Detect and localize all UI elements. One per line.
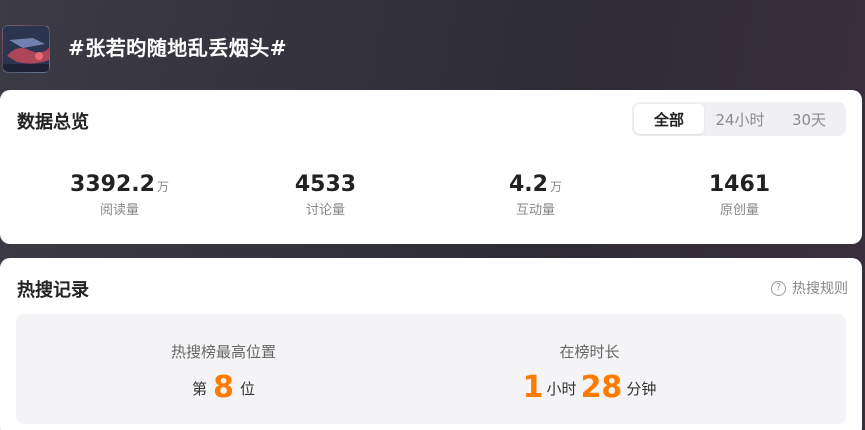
- duration-minutes-unit: 分钟: [626, 380, 657, 398]
- highest-rank-value-line: 第8位: [16, 370, 431, 405]
- topic-thumbnail[interactable]: [2, 25, 50, 73]
- rank-prefix: 第: [192, 380, 208, 398]
- duration-minutes: 28: [580, 370, 623, 405]
- stat-originals: 1461 原创量: [632, 172, 847, 218]
- hot-search-card: 热搜记录 ? 热搜规则 热搜榜最高位置 第8位 在榜时长 1 小时 28 分钟: [0, 258, 862, 430]
- duration-value-line: 1 小时 28 分钟: [382, 370, 797, 405]
- stat-interactions-label: 互动量: [515, 203, 555, 218]
- stat-discussions: 4533 讨论量: [218, 172, 433, 218]
- stat-originals-value: 1461: [708, 172, 771, 197]
- tab-all[interactable]: 全部: [634, 104, 704, 134]
- duration-block: 在榜时长 1 小时 28 分钟: [382, 314, 797, 424]
- stat-originals-label: 原创量: [719, 203, 759, 218]
- topic-header: #张若昀随地乱丢烟头#: [0, 0, 865, 88]
- hot-search-title: 热搜记录: [17, 280, 89, 301]
- duration-hours-unit: 小时: [546, 380, 577, 398]
- tab-30d[interactable]: 30天: [776, 104, 842, 134]
- tab-24h[interactable]: 24小时: [704, 104, 776, 134]
- rank-value: 8: [213, 370, 234, 405]
- hot-search-rules-link[interactable]: ? 热搜规则: [771, 278, 848, 298]
- data-overview-card: 数据总览 全部 24小时 30天 3392.2 万 阅读量 4533 讨论量 4.…: [0, 90, 862, 244]
- stat-reads-label: 阅读量: [99, 203, 139, 218]
- stats-row: 3392.2 万 阅读量 4533 讨论量 4.2 万 互动量 1461 原创量: [0, 172, 862, 232]
- highest-rank-block: 热搜榜最高位置 第8位: [16, 314, 431, 424]
- stat-discussions-value: 4533: [294, 172, 357, 197]
- highest-rank-label: 热搜榜最高位置: [170, 343, 276, 361]
- help-circle-icon: ?: [771, 280, 786, 296]
- stat-reads-unit: 万: [156, 180, 169, 194]
- rank-suffix: 位: [239, 380, 255, 398]
- stat-reads: 3392.2 万 阅读量: [12, 172, 227, 218]
- stat-discussions-label: 讨论量: [305, 203, 345, 218]
- stat-interactions-value: 4.2: [509, 172, 548, 197]
- stat-interactions: 4.2 万 互动量: [428, 172, 643, 218]
- stat-reads-value: 3392.2: [70, 172, 155, 197]
- overview-title: 数据总览: [17, 112, 89, 133]
- hot-search-panel: 热搜榜最高位置 第8位 在榜时长 1 小时 28 分钟: [16, 314, 846, 424]
- stat-interactions-unit: 万: [549, 180, 562, 194]
- rules-label: 热搜规则: [792, 281, 848, 297]
- duration-hours: 1: [522, 370, 544, 405]
- time-range-tabs: 全部 24小时 30天: [632, 102, 846, 136]
- duration-label: 在榜时长: [559, 343, 620, 361]
- topic-title: #张若昀随地乱丢烟头#: [68, 36, 288, 60]
